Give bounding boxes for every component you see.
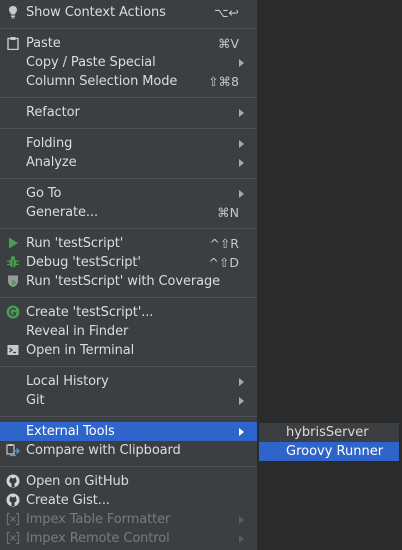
external-tools-submenu: hybrisServer Groovy Runner bbox=[258, 422, 400, 462]
menu-item-compare-with-clipboard[interactable]: Compare with Clipboard bbox=[0, 441, 257, 460]
menu-item-label: Open in Terminal bbox=[26, 343, 135, 358]
submenu-item-label: Groovy Runner bbox=[286, 444, 384, 459]
submenu-arrow-icon bbox=[239, 428, 244, 436]
menu-item-label: Run 'testScript' with Coverage bbox=[26, 274, 221, 289]
menu-separator bbox=[0, 416, 257, 417]
github-icon bbox=[6, 493, 20, 507]
menu-item-run-with-coverage[interactable]: Run 'testScript' with Coverage bbox=[0, 272, 257, 291]
submenu-arrow-icon bbox=[239, 109, 244, 117]
menu-item-label: Local History bbox=[26, 374, 109, 389]
menu-item-label: Debug 'testScript' bbox=[26, 255, 141, 270]
menu-item-impex-table-formatter[interactable]: Impex Table Formatter bbox=[0, 510, 257, 529]
menu-item-open-on-github[interactable]: Open on GitHub bbox=[0, 472, 257, 491]
menu-item-label: Reveal in Finder bbox=[26, 324, 129, 339]
github-icon bbox=[6, 474, 20, 488]
menu-item-label: Impex Table Formatter bbox=[26, 512, 171, 527]
shortcut-text: ^⇧D bbox=[208, 255, 239, 270]
menu-item-label: Column Selection Mode bbox=[26, 74, 178, 89]
menu-item-label: Paste bbox=[26, 36, 61, 51]
menu-separator bbox=[0, 178, 257, 179]
submenu-arrow-icon bbox=[239, 516, 244, 524]
submenu-arrow-icon bbox=[239, 397, 244, 405]
context-menu: Show Context Actions ⌥↩ Paste ⌘V Copy / … bbox=[0, 0, 258, 550]
menu-item-go-to[interactable]: Go To bbox=[0, 184, 257, 203]
menu-item-label: Create Gist... bbox=[26, 493, 110, 508]
menu-item-label: Folding bbox=[26, 136, 73, 151]
impex-bracket-icon bbox=[6, 512, 20, 526]
menu-item-folding[interactable]: Folding bbox=[0, 134, 257, 153]
debug-bug-icon bbox=[7, 256, 19, 268]
menu-item-label: Go To bbox=[26, 186, 62, 201]
clipboard-icon bbox=[7, 37, 19, 50]
menu-item-show-context-actions[interactable]: Show Context Actions ⌥↩ bbox=[0, 3, 257, 22]
menu-separator bbox=[0, 466, 257, 467]
menu-separator bbox=[0, 28, 257, 29]
coverage-shield-icon bbox=[8, 275, 18, 287]
menu-item-label: Analyze bbox=[26, 155, 77, 170]
menu-separator bbox=[0, 366, 257, 367]
menu-item-label: Create 'testScript'... bbox=[26, 305, 154, 320]
submenu-arrow-icon bbox=[239, 535, 244, 543]
menu-item-run[interactable]: Run 'testScript' ^⇧R bbox=[0, 234, 257, 253]
menu-item-label: Compare with Clipboard bbox=[26, 443, 181, 458]
submenu-item-groovy-runner[interactable]: Groovy Runner bbox=[259, 442, 399, 461]
menu-separator bbox=[0, 128, 257, 129]
lightbulb-icon bbox=[9, 6, 17, 19]
menu-item-paste[interactable]: Paste ⌘V bbox=[0, 34, 257, 53]
submenu-arrow-icon bbox=[239, 159, 244, 167]
groovy-g-icon bbox=[6, 305, 20, 319]
submenu-arrow-icon bbox=[239, 140, 244, 148]
menu-item-analyze[interactable]: Analyze bbox=[0, 153, 257, 172]
shortcut-text: ⌥↩ bbox=[214, 5, 239, 20]
shortcut-text: ⌘N bbox=[217, 205, 239, 220]
menu-separator bbox=[0, 228, 257, 229]
submenu-arrow-icon bbox=[239, 59, 244, 67]
menu-item-label: Open on GitHub bbox=[26, 474, 129, 489]
submenu-item-hybris-server[interactable]: hybrisServer bbox=[259, 423, 399, 442]
menu-item-column-selection-mode[interactable]: Column Selection Mode ⇧⌘8 bbox=[0, 72, 257, 91]
menu-item-refactor[interactable]: Refactor bbox=[0, 103, 257, 122]
menu-item-create-configuration[interactable]: Create 'testScript'... bbox=[0, 303, 257, 322]
menu-item-label: External Tools bbox=[26, 424, 115, 439]
menu-item-label: Show Context Actions bbox=[26, 5, 166, 20]
terminal-icon bbox=[7, 345, 19, 355]
menu-item-label: Refactor bbox=[26, 105, 80, 120]
menu-item-label: Impex Remote Control bbox=[26, 531, 170, 546]
menu-item-label: Git bbox=[26, 393, 45, 408]
submenu-arrow-icon bbox=[239, 378, 244, 386]
menu-item-open-in-terminal[interactable]: Open in Terminal bbox=[0, 341, 257, 360]
compare-clipboard-icon bbox=[6, 444, 20, 457]
menu-item-external-tools[interactable]: External Tools bbox=[0, 422, 257, 441]
menu-separator bbox=[0, 297, 257, 298]
shortcut-text: ^⇧R bbox=[209, 236, 239, 251]
menu-item-label: Run 'testScript' bbox=[26, 236, 124, 251]
submenu-item-label: hybrisServer bbox=[286, 425, 369, 440]
menu-item-git[interactable]: Git bbox=[0, 391, 257, 410]
menu-item-local-history[interactable]: Local History bbox=[0, 372, 257, 391]
menu-separator bbox=[0, 97, 257, 98]
editor-background bbox=[258, 0, 402, 550]
menu-item-label: Generate... bbox=[26, 205, 99, 220]
menu-item-debug[interactable]: Debug 'testScript' ^⇧D bbox=[0, 253, 257, 272]
menu-item-impex-remote-control[interactable]: Impex Remote Control bbox=[0, 529, 257, 548]
submenu-arrow-icon bbox=[239, 190, 244, 198]
run-play-icon bbox=[9, 237, 18, 249]
menu-item-copy-paste-special[interactable]: Copy / Paste Special bbox=[0, 53, 257, 72]
shortcut-text: ⇧⌘8 bbox=[208, 74, 239, 89]
menu-item-generate[interactable]: Generate... ⌘N bbox=[0, 203, 257, 222]
menu-item-reveal-in-finder[interactable]: Reveal in Finder bbox=[0, 322, 257, 341]
menu-item-label: Copy / Paste Special bbox=[26, 55, 156, 70]
shortcut-text: ⌘V bbox=[217, 36, 239, 51]
menu-item-create-gist[interactable]: Create Gist... bbox=[0, 491, 257, 510]
impex-bracket-icon bbox=[6, 531, 20, 545]
